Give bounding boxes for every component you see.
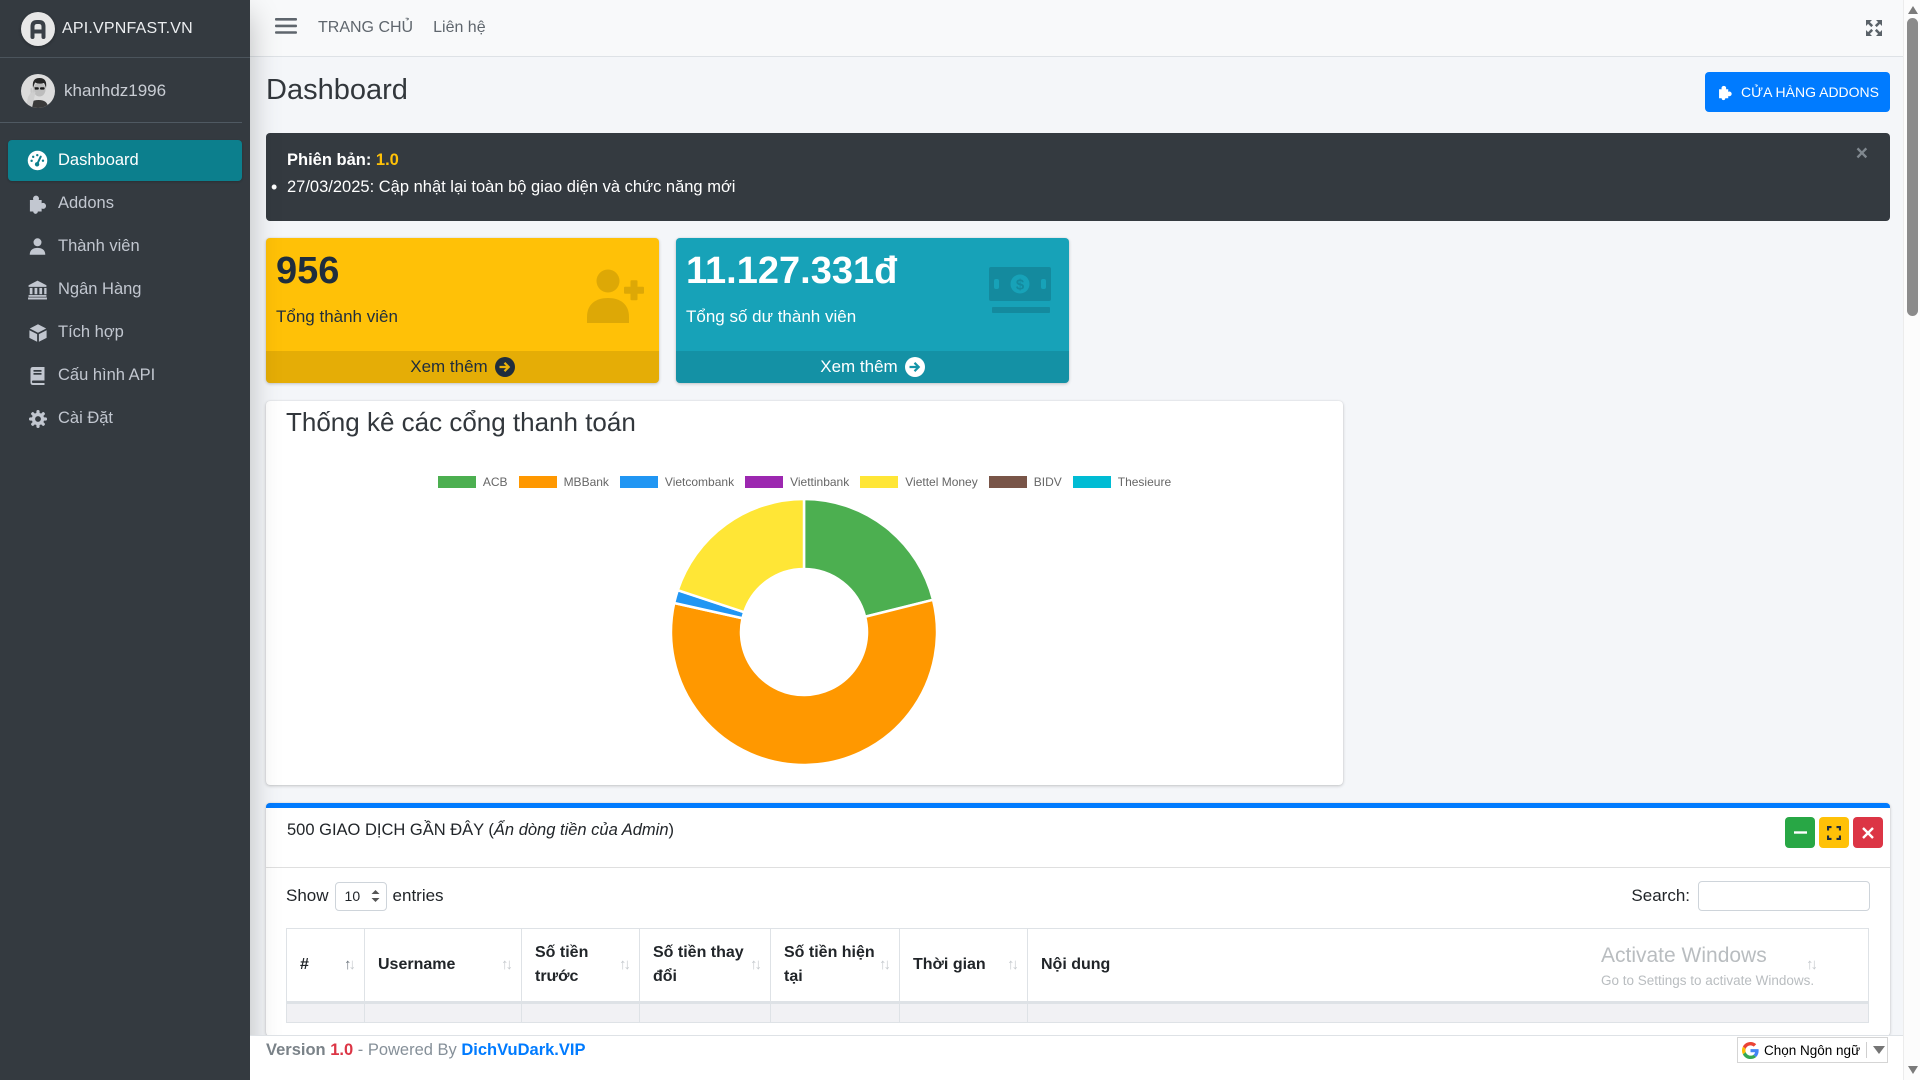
- svg-text:$: $: [1016, 277, 1025, 294]
